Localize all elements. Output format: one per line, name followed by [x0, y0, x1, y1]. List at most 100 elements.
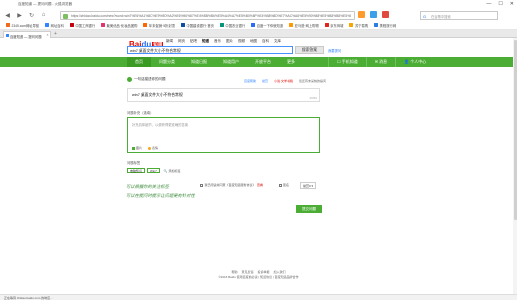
description-label: 问题补充（选填）: [127, 111, 154, 115]
engine-search-input[interactable]: G 在谷歌中搜索: [420, 10, 498, 20]
tag-item[interactable]: Win7: [147, 168, 160, 173]
product-nav-item[interactable]: 知道: [202, 39, 209, 44]
footer-link[interactable]: 帮助: [231, 270, 237, 274]
footer-link[interactable]: 投诉举报: [258, 270, 270, 274]
addon-icon[interactable]: [382, 11, 389, 18]
user-nav-item[interactable]: ☐ 手机知道: [328, 57, 366, 67]
anonymous-checkbox[interactable]: [279, 183, 282, 187]
ask-heading: 一句话描述你的问题: [127, 77, 166, 82]
close-icon[interactable]: ✕: [510, 1, 514, 7]
tags-label: 问题标签: [127, 161, 141, 165]
reload-icon[interactable]: ↻: [27, 11, 36, 20]
bookmark-item[interactable]: 聚美优品·化妆品团购: [101, 23, 137, 28]
product-nav-item[interactable]: 图片: [226, 39, 233, 44]
bookmark-item[interactable]: 中国农业银行: [219, 23, 245, 28]
window-title: 百度知道 — 提问问题 - 火狐浏览器: [18, 2, 73, 6]
tab-label: 百度知道 — 提问问题: [10, 34, 42, 39]
main-nav-item[interactable]: 知道用户: [215, 57, 247, 67]
ask-heading-text: 一句话描述你的问题: [134, 77, 166, 81]
bookmark-favicon-icon: [143, 23, 148, 27]
window-titlebar: 百度知道 — 提问问题 - 火狐浏览器 — ☐ ✕: [0, 0, 517, 9]
product-nav-item[interactable]: 贴吧: [190, 39, 197, 44]
baidu-favicon-icon: [5, 33, 9, 37]
main-nav-item[interactable]: 更多: [279, 57, 303, 67]
footer-link[interactable]: 加入我们: [274, 270, 286, 274]
submit-question-button[interactable]: 提交问题: [296, 205, 322, 213]
baidu-product-nav: 新闻 网页 贴吧 知道 音乐 图片 视频 地图 百科 文库: [166, 39, 281, 44]
bookmark-favicon-icon: [374, 23, 379, 27]
url-bar[interactable]: https://zhidao.baidu.com/new?word=win7%E…: [60, 10, 355, 20]
footer-copyright: ©2016 Baidu 使用百度前必读 | 知道协议 | 百度知道品牌合作: [218, 275, 299, 279]
browser-navbar: ◀ ▶ ↻ ⌂ https://zhidao.baidu.com/new?wor…: [0, 9, 517, 21]
back-icon[interactable]: ◀: [3, 11, 12, 20]
forward-icon[interactable]: ▶: [15, 11, 24, 20]
anonymous-label: 匿名: [283, 183, 290, 187]
main-nav-item[interactable]: 首页: [127, 57, 151, 67]
home-icon[interactable]: ⌂: [39, 11, 48, 20]
annotation-line-1: 可以根据你的关注标签: [126, 185, 169, 190]
zhidao-search-input[interactable]: win7 桌面文件大小不符合常规: [127, 46, 293, 54]
agree-checkbox[interactable]: [200, 183, 203, 187]
product-nav-item[interactable]: 网页: [178, 39, 185, 44]
bookmark-item[interactable]: 京东商城: [324, 23, 343, 28]
tab-zhidao[interactable]: 百度知道 — 提问问题 ×: [3, 31, 51, 39]
annotation-note: 可以根据你的关注标签 可以在提问时提示让问题更有针对性: [126, 183, 195, 201]
question-title-input[interactable]: win7 桌面文件大小不符合常规 20/50: [127, 88, 320, 102]
search-placeholder: 在谷歌中搜索: [431, 14, 451, 19]
sync-icon[interactable]: [370, 11, 377, 18]
product-nav-item[interactable]: 文库: [274, 39, 281, 44]
add-tag-button[interactable]: 🔍 添加标签: [164, 169, 181, 173]
maximize-icon[interactable]: ☐: [498, 1, 502, 7]
bookmark-item[interactable]: 2345.com网址导航: [6, 23, 39, 28]
user-nav-item[interactable]: ✉ 消息: [365, 57, 395, 67]
tag-item[interactable]: 电脑知识: [127, 168, 146, 173]
bookmark-favicon-icon: [324, 23, 329, 27]
product-nav-item[interactable]: 视频: [238, 39, 245, 44]
minimize-icon[interactable]: —: [486, 1, 491, 7]
bookmark-item[interactable]: 年末促销·5折封顶: [143, 23, 175, 28]
main-nav-item[interactable]: 知道日报: [183, 57, 215, 67]
bookmark-item[interactable]: 苏宁易购: [349, 23, 368, 28]
question-icon: [127, 77, 132, 82]
page-scrollbar[interactable]: [513, 38, 517, 294]
product-nav-item[interactable]: 百科: [262, 39, 269, 44]
meta-reward-link[interactable]: 悬赏: [262, 79, 268, 83]
bookmark-item[interactable]: 网址百科: [45, 23, 64, 28]
agree-link[interactable]: 查看: [257, 183, 263, 187]
bookmark-favicon-icon: [45, 23, 50, 27]
question-char-counter: 20/50: [309, 96, 317, 100]
reward-select[interactable]: 悬赏0 ▾: [300, 182, 317, 189]
page-footer: 帮助 意见反馈 投诉举报 加入我们 ©2016 Baidu 使用百度前必读 | 知道协…: [0, 270, 517, 280]
product-nav-item[interactable]: 音乐: [214, 39, 221, 44]
meta-category[interactable]: 小说·文学书籍: [274, 79, 293, 83]
bookmark-item[interactable]: 亚马逊·网上购物: [289, 23, 319, 28]
extension-icon[interactable]: [358, 11, 365, 18]
bookmark-item[interactable]: 百度一下你就知道: [251, 23, 283, 28]
main-nav-item[interactable]: 开放平台: [247, 57, 279, 67]
window-controls: — ☐ ✕: [486, 1, 514, 7]
description-textarea[interactable]: 补充具体细节，以便获得更准确的答案 图片 表情: [127, 117, 320, 153]
zhidao-header: Baidu 知道 新闻 网页 贴吧 知道 音乐 图片 视频 地图 百科 文库 win7 桌面文件大小…: [0, 39, 517, 56]
bookmark-favicon-icon: [6, 23, 10, 27]
scrollbar-thumb[interactable]: [513, 40, 517, 220]
search-answer-button[interactable]: 搜索答案: [295, 46, 324, 54]
bookmark-item[interactable]: 中国建设银行·首页: [180, 23, 214, 28]
bookmark-favicon-icon: [101, 23, 106, 27]
new-tab-icon[interactable]: +: [54, 31, 57, 37]
product-nav-item[interactable]: 新闻: [166, 39, 173, 44]
footer-link[interactable]: 意见反馈: [241, 270, 253, 274]
product-nav-item[interactable]: 地图: [250, 39, 257, 44]
url-text[interactable]: https://zhidao.baidu.com/new?word=win7%E…: [71, 14, 351, 18]
bookmark-item[interactable]: 携程旅行网: [374, 23, 396, 28]
insert-emoji-button[interactable]: 表情: [148, 146, 158, 150]
bookmark-item[interactable]: 中国工商银行: [69, 23, 95, 28]
insert-image-button[interactable]: 图片: [132, 146, 142, 150]
main-nav-item[interactable]: 问题分类: [151, 57, 183, 67]
google-icon: G: [423, 13, 427, 19]
meta-help-link[interactable]: 百度帮助: [244, 79, 256, 83]
toolbar-icons: [358, 11, 389, 18]
tab-close-icon[interactable]: ×: [46, 33, 48, 37]
ask-question-link[interactable]: 我要提问: [328, 48, 341, 53]
annotation-line-2: 可以在提问时提示让问题更有针对性: [126, 194, 195, 199]
user-nav-item[interactable]: 👤 个人中心: [395, 57, 434, 67]
